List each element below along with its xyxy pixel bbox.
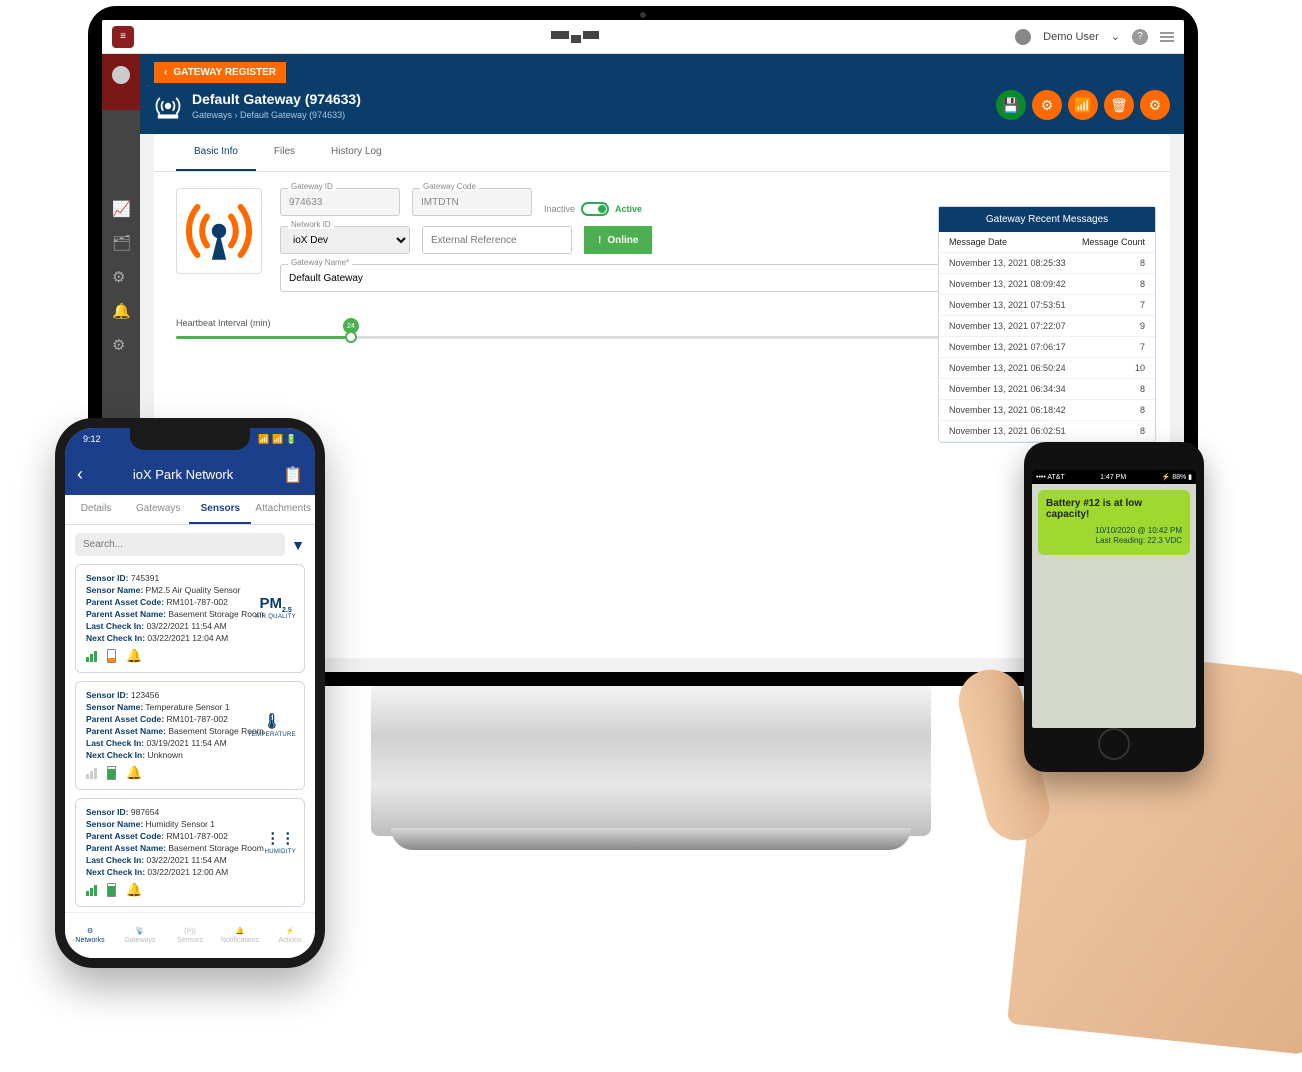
nav-gear-icon[interactable]: ⚙ bbox=[112, 336, 130, 354]
sms-notification[interactable]: Battery #12 is at low capacity! 10/10/20… bbox=[1038, 490, 1190, 555]
nav-gateways[interactable]: 📡Gateways bbox=[115, 913, 165, 958]
tab-files[interactable]: Files bbox=[256, 134, 313, 171]
profile-icon[interactable] bbox=[112, 66, 130, 84]
online-status[interactable]: !Online bbox=[584, 226, 652, 254]
message-row: November 13, 2021 08:25:338 bbox=[939, 253, 1155, 274]
sensor-card[interactable]: Sensor ID: 745391 Sensor Name: PM2.5 Air… bbox=[75, 564, 305, 673]
topbar: ≡ Demo User ⌄ ? bbox=[102, 20, 1184, 54]
user-name[interactable]: Demo User bbox=[1043, 31, 1099, 43]
phone-title: ioX Park Network bbox=[133, 467, 233, 482]
phone-back-icon[interactable]: ‹ bbox=[77, 464, 83, 485]
page-title: Default Gateway (974633) bbox=[192, 91, 361, 107]
gateway-icon bbox=[154, 92, 182, 120]
filter-icon[interactable]: ▼ bbox=[291, 537, 305, 553]
network-select[interactable]: ioX Dev bbox=[280, 226, 410, 254]
message-row: November 13, 2021 06:18:428 bbox=[939, 400, 1155, 421]
nav-sensors[interactable]: ((•))Sensors bbox=[165, 913, 215, 958]
external-ref-field[interactable] bbox=[422, 226, 572, 254]
breadcrumb[interactable]: Gateways › Default Gateway (974633) bbox=[192, 110, 361, 120]
nav-networks[interactable]: ⚙Networks bbox=[65, 913, 115, 958]
gear-action[interactable]: ⚙ bbox=[1140, 90, 1170, 120]
sensor-type-icon: 🌡TEMPERATURE bbox=[248, 712, 296, 738]
gateway-code-field bbox=[412, 188, 532, 216]
sensor-type-icon: ⋮⋮HUMIDITY bbox=[265, 829, 296, 855]
help-icon[interactable]: ? bbox=[1132, 29, 1148, 45]
message-row: November 13, 2021 07:22:079 bbox=[939, 316, 1155, 337]
message-row: November 13, 2021 08:09:428 bbox=[939, 274, 1155, 295]
gateway-id-field bbox=[280, 188, 400, 216]
chevron-left-icon: ‹ bbox=[164, 67, 167, 78]
user-dropdown[interactable]: ⌄ bbox=[1111, 30, 1120, 43]
message-row: November 13, 2021 07:53:517 bbox=[939, 295, 1155, 316]
message-row: November 13, 2021 06:02:518 bbox=[939, 421, 1155, 442]
signal-icon bbox=[86, 885, 97, 896]
hamburger-menu[interactable]: ≡ bbox=[112, 26, 134, 48]
list-icon[interactable] bbox=[1160, 32, 1174, 42]
phone-search-input[interactable] bbox=[75, 533, 285, 556]
back-button[interactable]: ‹GATEWAY REGISTER bbox=[154, 62, 286, 83]
mobile-phone-left: 9:12📶 📶 🔋 ‹ ioX Park Network 📋 Details G… bbox=[55, 418, 325, 968]
nav-assets-icon[interactable]: 🗂 bbox=[112, 234, 130, 252]
sensor-type-icon: PM2.5AIR QUALITY bbox=[255, 595, 296, 620]
ptab-sensors[interactable]: Sensors bbox=[189, 495, 251, 524]
nav-settings-icon[interactable]: ⚙ bbox=[112, 268, 130, 286]
signal-icon bbox=[86, 651, 97, 662]
recent-messages-panel: Gateway Recent Messages Message DateMess… bbox=[938, 206, 1156, 443]
mobile-phone-right: •••• AT&T1:47 PM⚡ 88% ▮ Battery #12 is a… bbox=[1024, 442, 1204, 772]
message-row: November 13, 2021 06:50:2410 bbox=[939, 358, 1155, 379]
nav-actions[interactable]: ⚡Actions bbox=[265, 913, 315, 958]
battery-icon bbox=[107, 883, 116, 897]
user-avatar[interactable] bbox=[1015, 29, 1031, 45]
sensor-card[interactable]: Sensor ID: 987654 Sensor Name: Humidity … bbox=[75, 798, 305, 907]
message-row: November 13, 2021 07:06:177 bbox=[939, 337, 1155, 358]
signal-action[interactable]: 📶 bbox=[1068, 90, 1098, 120]
battery-icon bbox=[107, 649, 116, 663]
tab-basic-info[interactable]: Basic Info bbox=[176, 134, 256, 171]
ptab-attachments[interactable]: Attachments bbox=[251, 495, 315, 524]
gateway-image bbox=[176, 188, 262, 274]
nav-alerts-icon[interactable]: 🔔 bbox=[112, 302, 130, 320]
alert-icon: 🔔 bbox=[126, 648, 142, 664]
config-action[interactable]: ⚙ bbox=[1032, 90, 1062, 120]
nav-notifications[interactable]: 🔔Notifications bbox=[215, 913, 265, 958]
nav-analytics-icon[interactable]: 📈 bbox=[112, 200, 130, 218]
phone-notes-icon[interactable]: 📋 bbox=[283, 465, 303, 485]
signal-icon bbox=[86, 768, 97, 779]
alert-icon: 🔔 bbox=[126, 765, 142, 781]
tab-history[interactable]: History Log bbox=[313, 134, 400, 171]
ptab-details[interactable]: Details bbox=[65, 495, 127, 524]
sensor-card[interactable]: Sensor ID: 123456 Sensor Name: Temperatu… bbox=[75, 681, 305, 790]
battery-icon bbox=[107, 766, 116, 780]
active-toggle[interactable] bbox=[581, 202, 609, 216]
message-row: November 13, 2021 06:34:348 bbox=[939, 379, 1155, 400]
alert-icon: 🔔 bbox=[126, 882, 142, 898]
delete-action[interactable]: 🗑 bbox=[1104, 90, 1134, 120]
save-action[interactable]: 💾 bbox=[996, 90, 1026, 120]
ptab-gateways[interactable]: Gateways bbox=[127, 495, 189, 524]
